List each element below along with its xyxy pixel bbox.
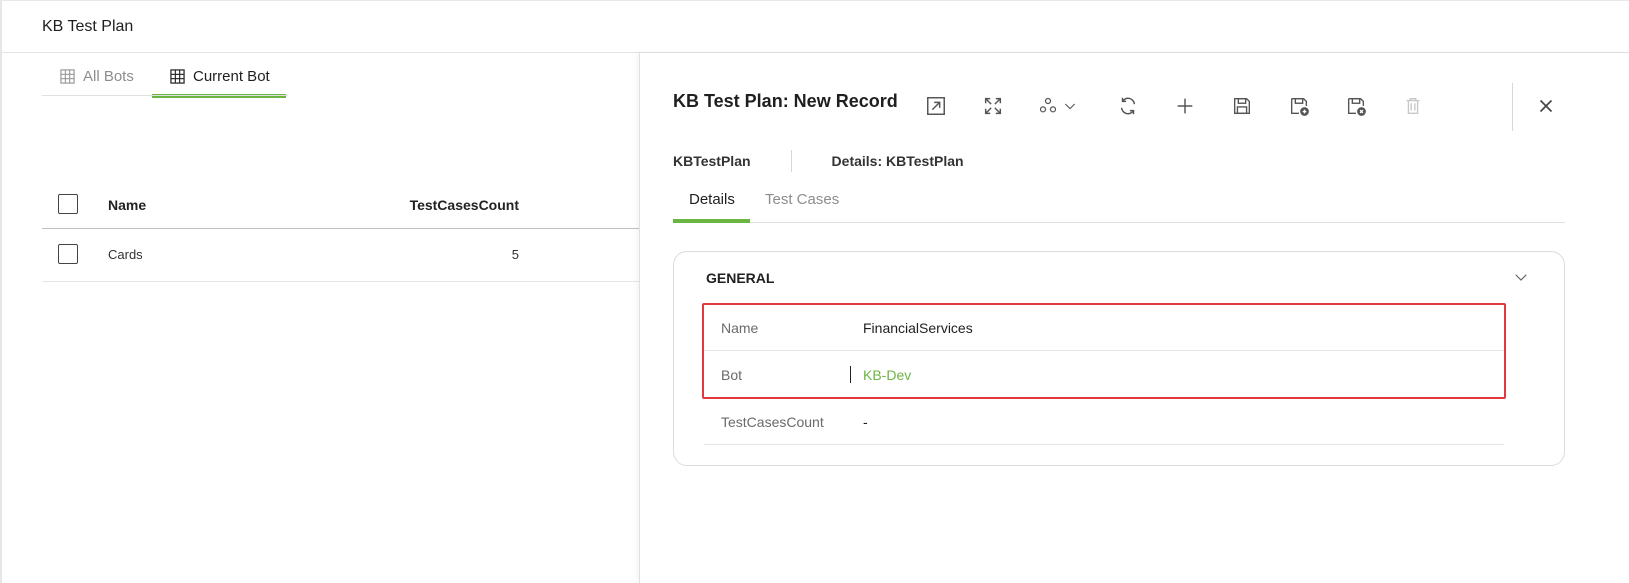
close-icon — [1539, 99, 1553, 113]
record-panel: KB Test Plan: New Record KBTestPlan Deta… — [639, 53, 1629, 583]
field-label: Bot — [721, 367, 743, 383]
column-header-testcasescount[interactable]: TestCasesCount — [365, 197, 519, 213]
add-icon — [1177, 98, 1193, 114]
save-button[interactable] — [1225, 89, 1259, 123]
cell-testcasescount: 5 — [511, 247, 519, 262]
name-field[interactable]: FinancialServices — [863, 320, 973, 336]
field-list: Name FinancialServices Bot KB-Dev TestCa… — [704, 304, 1504, 445]
row-checkbox[interactable] — [58, 244, 78, 264]
breadcrumb-entity[interactable]: KBTestPlan — [673, 153, 751, 169]
add-button[interactable] — [1168, 89, 1202, 123]
general-section: GENERAL Name FinancialServices Bot KB-De… — [673, 251, 1565, 466]
save-and-close-button[interactable] — [1339, 89, 1373, 123]
delete-button[interactable] — [1396, 89, 1430, 123]
testcasescount-value: - — [863, 414, 868, 430]
save-and-new-icon — [1290, 97, 1309, 116]
toolbar-divider — [1512, 83, 1513, 131]
column-header-name[interactable]: Name — [108, 197, 146, 213]
table-row[interactable]: Cards 5 — [42, 229, 642, 282]
refresh-button[interactable] — [1111, 89, 1145, 123]
top-bar: KB Test Plan — [0, 0, 1629, 53]
save-and-close-icon — [1347, 97, 1366, 116]
tab-label: All Bots — [83, 67, 134, 85]
chevron-down-icon[interactable] — [1512, 268, 1530, 286]
expand-button[interactable] — [976, 89, 1010, 123]
workflow-dropdown-button[interactable] — [1033, 89, 1083, 123]
table-header: Name TestCasesCount — [42, 182, 642, 229]
section-title: GENERAL — [706, 270, 775, 286]
records-table: Name TestCasesCount Cards 5 — [42, 182, 642, 282]
workflow-icon — [1039, 97, 1057, 113]
tab-all-bots[interactable]: All Bots — [60, 56, 134, 96]
tab-current-bot[interactable]: Current Bot — [152, 56, 286, 98]
field-label: TestCasesCount — [721, 414, 824, 430]
grid-icon — [170, 68, 185, 84]
open-in-new-button[interactable] — [919, 89, 953, 123]
detail-tabs: Details Test Cases — [673, 185, 1565, 223]
view-tabs: All Bots Current Bot — [42, 56, 642, 98]
field-row-name: Name FinancialServices — [704, 304, 1504, 351]
tab-label: Current Bot — [193, 67, 270, 85]
open-in-new-icon — [927, 97, 945, 115]
refresh-icon — [1120, 97, 1136, 115]
breadcrumb-details: Details: KBTestPlan — [831, 153, 964, 169]
expand-icon — [984, 97, 1002, 115]
active-tab-indicator — [673, 219, 750, 223]
field-row-testcasescount: TestCasesCount - — [704, 398, 1504, 445]
field-label: Name — [721, 320, 759, 336]
breadcrumb-separator — [790, 150, 792, 172]
close-button[interactable] — [1529, 89, 1563, 123]
text-cursor — [850, 366, 851, 383]
select-all-checkbox[interactable] — [58, 194, 78, 214]
field-row-bot: Bot KB-Dev — [704, 351, 1504, 398]
tab-divider — [42, 95, 288, 96]
left-rail — [0, 0, 2, 583]
breadcrumb: KBTestPlan Details: KBTestPlan — [673, 149, 964, 173]
save-and-new-button[interactable] — [1282, 89, 1316, 123]
grid-icon — [60, 68, 75, 84]
save-icon — [1233, 97, 1251, 115]
tab-details[interactable]: Details — [689, 191, 735, 208]
tab-test-cases[interactable]: Test Cases — [765, 191, 839, 208]
panel-toolbar — [640, 83, 1629, 131]
bot-lookup-link[interactable]: KB-Dev — [863, 367, 911, 383]
cell-name: Cards — [108, 247, 143, 262]
app-title: KB Test Plan — [42, 18, 134, 35]
delete-icon — [1406, 97, 1420, 115]
chevron-down-icon — [1064, 103, 1076, 110]
